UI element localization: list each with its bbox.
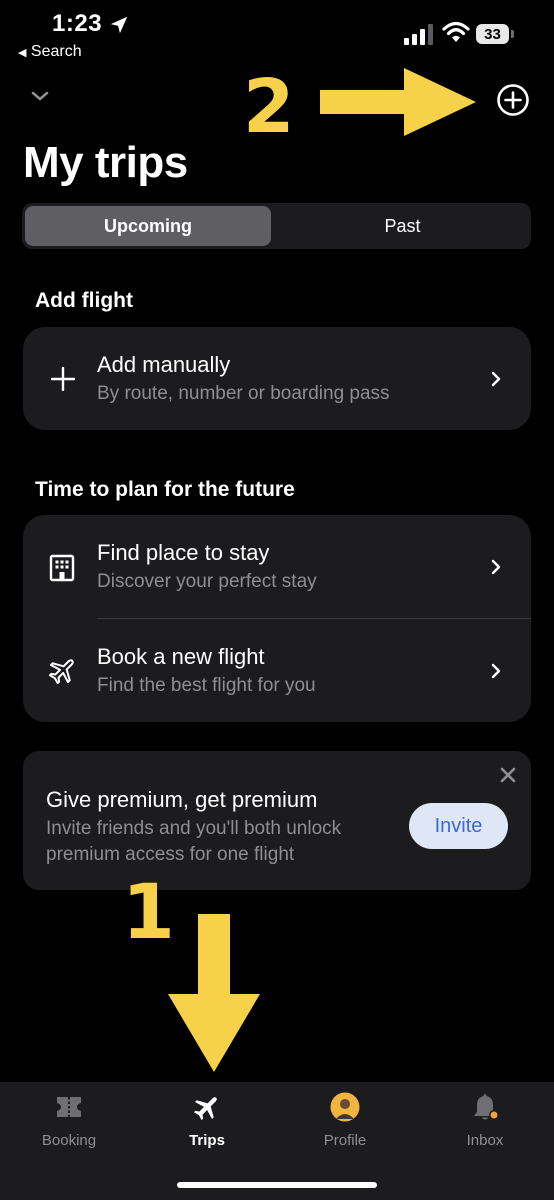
- add-flight-heading: Add flight: [35, 289, 133, 312]
- battery-indicator: 33: [476, 24, 516, 46]
- tab-past[interactable]: Past: [277, 206, 528, 246]
- find-stay-row[interactable]: Find place to stay Discover your perfect…: [23, 515, 531, 618]
- battery-level: 33: [476, 24, 509, 44]
- cellular-signal-icon: [404, 24, 433, 45]
- back-to-search-link[interactable]: ◀ Search: [18, 43, 82, 61]
- tab-inbox-label: Inbox: [466, 1132, 504, 1149]
- promo-line-1: Invite friends and you'll both unlock: [46, 818, 342, 839]
- book-flight-row[interactable]: Book a new flight Find the best flight f…: [23, 619, 531, 722]
- find-stay-subtitle: Discover your perfect stay: [97, 571, 317, 592]
- page-title: My trips: [23, 138, 188, 187]
- tab-booking-label: Booking: [41, 1132, 97, 1149]
- add-trip-icon[interactable]: [496, 83, 530, 117]
- ticket-icon: [57, 1097, 81, 1117]
- promo-title: Give premium, get premium: [46, 787, 318, 812]
- tab-trips-label: Trips: [189, 1132, 225, 1149]
- row-divider: [97, 618, 531, 619]
- battery-nub: [511, 30, 514, 38]
- status-time: 1:23: [52, 10, 103, 37]
- airplane-icon: [193, 1097, 217, 1121]
- close-icon[interactable]: [499, 766, 517, 784]
- wifi-icon: [442, 21, 470, 42]
- tab-upcoming[interactable]: Upcoming: [25, 206, 271, 246]
- tab-trips[interactable]: Trips: [138, 1082, 276, 1172]
- add-manually-title: Add manually: [97, 352, 231, 377]
- tab-booking[interactable]: Booking: [0, 1082, 138, 1172]
- add-manually-row[interactable]: Add manually By route, number or boardin…: [23, 327, 531, 430]
- back-search-label: Search: [30, 43, 82, 60]
- tab-profile[interactable]: Profile: [276, 1082, 414, 1172]
- chevron-right-icon: [491, 663, 501, 679]
- promo-line-2: premium access for one flight: [46, 844, 295, 865]
- plus-icon: [51, 367, 75, 391]
- annotation-arrow-right-icon: [320, 68, 476, 136]
- add-manually-subtitle: By route, number or boarding pass: [97, 383, 390, 404]
- annotation-arrow-down-icon: [168, 914, 260, 1072]
- airplane-icon: [48, 659, 74, 685]
- book-flight-title: Book a new flight: [97, 644, 265, 669]
- hotel-building-icon: [49, 554, 75, 582]
- book-flight-subtitle: Find the best flight for you: [97, 675, 316, 696]
- avatar: [330, 1092, 360, 1122]
- chevron-right-icon: [491, 559, 501, 575]
- tab-inbox[interactable]: Inbox: [416, 1082, 554, 1172]
- find-stay-title: Find place to stay: [97, 540, 270, 565]
- chevron-right-icon: [491, 371, 501, 387]
- tab-profile-label: Profile: [323, 1132, 367, 1149]
- location-arrow-icon: [110, 16, 128, 34]
- annotation-number-two: 2: [243, 64, 295, 150]
- trips-segmented-control: Upcoming Past: [22, 203, 531, 249]
- invite-button[interactable]: Invite: [409, 803, 508, 849]
- home-indicator: [177, 1182, 377, 1188]
- plan-heading: Time to plan for the future: [35, 478, 295, 501]
- back-triangle-icon: ◀: [18, 47, 27, 59]
- chevron-down-icon[interactable]: [28, 86, 52, 106]
- bell-icon: [474, 1094, 499, 1120]
